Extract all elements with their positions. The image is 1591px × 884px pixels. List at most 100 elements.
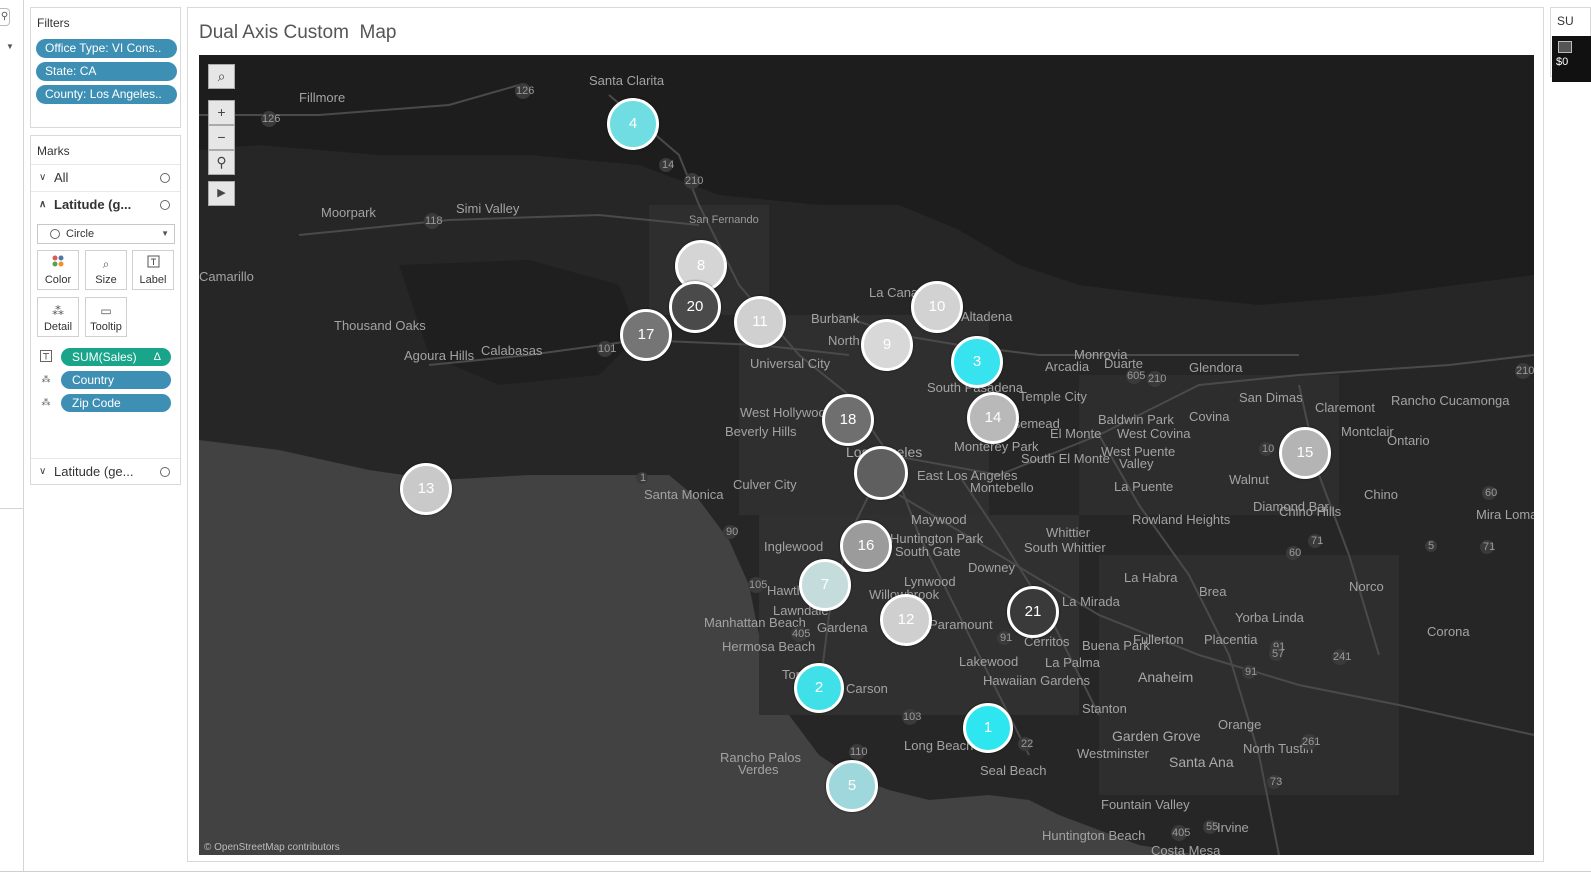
chevron-down-icon: ∨ [39,466,47,477]
svg-text:Baldwin Park: Baldwin Park [1098,412,1174,427]
svg-text:Maywood: Maywood [911,512,967,527]
map-marker[interactable]: 10 [911,281,963,333]
map-marker[interactable]: 12 [880,594,932,646]
svg-text:Universal City: Universal City [750,356,831,371]
map-marker[interactable]: 13 [400,463,452,515]
field-pill[interactable]: SUM(Sales) Δ [61,348,171,366]
label-button[interactable]: Label [132,250,174,290]
svg-text:91: 91 [1000,632,1012,644]
svg-text:Valley: Valley [1119,456,1154,471]
mark-type-dropdown[interactable]: Circle ▼ [37,224,175,244]
marker-label: 8 [696,257,706,274]
zoom-out-button[interactable]: − [208,125,235,150]
svg-text:West Hollywood: West Hollywood [740,405,833,420]
svg-text:Montebello: Montebello [970,480,1034,495]
svg-text:Manhattan Beach: Manhattan Beach [704,615,806,630]
detail-icon: ⁂ [41,374,51,384]
map-marker[interactable]: 5 [826,760,878,812]
svg-text:Paramount: Paramount [929,617,993,632]
filter-pill-office-type[interactable]: Office Type: VI Cons.. [36,39,177,58]
marker-label: 15 [1296,444,1314,461]
view-card: Dual Axis Custom Map Santa Clarita Fillm… [187,7,1544,862]
svg-text:126: 126 [262,113,280,125]
legend-card: SU $0 [1550,7,1591,82]
marks-layer-all[interactable]: ∨ All [31,164,180,190]
svg-text:90: 90 [726,526,738,538]
svg-text:Huntington Beach: Huntington Beach [1042,828,1145,843]
legend-swatch: $0 [1552,36,1591,82]
legend-color-box [1558,41,1572,53]
map-marker[interactable]: 2 [794,663,844,713]
size-button[interactable]: ⌕ Size [85,250,127,290]
svg-text:10: 10 [1262,443,1274,455]
field-pill[interactable]: Country [61,371,171,389]
detail-button[interactable]: ⁂ Detail [37,297,79,337]
detail-icon: ⁂ [52,304,64,318]
tooltip-icon: ▭ [100,304,112,318]
map-attribution[interactable]: © OpenStreetMap contributors [204,842,340,853]
field-pill[interactable]: Zip Code [61,394,171,412]
map-marker[interactable]: 3 [951,336,1003,388]
map-marker[interactable]: 21 [1007,586,1059,638]
chevron-down-icon[interactable]: ▼ [6,42,14,51]
map-marker[interactable]: 14 [967,392,1019,444]
map-marker[interactable]: 18 [822,394,874,446]
svg-text:Brea: Brea [1199,584,1227,599]
marker-label: 9 [882,336,892,353]
marker-label: 16 [857,537,875,554]
color-button[interactable]: Color [37,250,79,290]
pin-map-button[interactable]: ⚲ [208,150,235,175]
tooltip-button[interactable]: ▭ Tooltip [85,297,127,337]
map-tools-expand-button[interactable]: ▶ [208,181,235,206]
size-button-label: Size [95,274,117,286]
tooltip-button-label: Tooltip [90,321,122,333]
svg-text:La Puente: La Puente [1114,479,1173,494]
svg-text:Ontario: Ontario [1387,433,1430,448]
map-marker[interactable]: 1 [963,703,1013,753]
shelf-field-zip-code[interactable]: ⁂ Zip Code [39,393,179,413]
filter-pill-state[interactable]: State: CA [36,62,177,81]
marks-layer-latitude-1[interactable]: ∧ Latitude (g... [31,191,180,217]
filter-pill-county[interactable]: County: Los Angeles.. [36,85,177,104]
map-marker[interactable]: 17 [620,309,672,361]
map-marker[interactable]: 16 [840,520,892,572]
marks-layer-latitude-2[interactable]: ∨ Latitude (ge... [31,458,180,484]
svg-text:Seal Beach: Seal Beach [980,763,1047,778]
chevron-down-icon: ∨ [39,172,47,183]
shelf-field-sum-sales[interactable]: SUM(Sales) Δ [39,347,179,367]
svg-text:Walnut: Walnut [1229,472,1269,487]
svg-text:105: 105 [749,579,767,591]
map-marker[interactable]: 11 [734,296,786,348]
search-icon[interactable]: ⚲ [0,8,10,26]
svg-text:14: 14 [662,159,674,171]
map-marker[interactable]: 7 [799,559,851,611]
map-search-button[interactable]: ⌕ [208,64,235,89]
map-marker[interactable]: 4 [607,98,659,150]
map-marker[interactable]: 15 [1279,427,1331,479]
svg-text:261: 261 [1302,736,1320,748]
zoom-in-button[interactable]: + [208,100,235,125]
marker-label: 10 [928,298,946,315]
svg-text:Costa Mesa: Costa Mesa [1151,843,1221,855]
chevron-up-icon: ∧ [39,199,47,210]
map-marker[interactable]: 9 [861,319,913,371]
svg-text:Rowland Heights: Rowland Heights [1132,512,1231,527]
svg-text:Placentia: Placentia [1204,632,1258,647]
minus-icon: − [217,129,226,145]
marks-title: Marks [37,144,70,158]
svg-text:Inglewood: Inglewood [764,539,823,554]
svg-text:Simi Valley: Simi Valley [456,201,520,216]
map-marker[interactable]: 20 [669,281,721,333]
left-gutter: ⚲ ▼ [0,0,24,872]
svg-text:Mira Loma: Mira Loma [1476,507,1534,522]
svg-text:Temple City: Temple City [1019,389,1087,404]
svg-text:Gardena: Gardena [817,620,868,635]
map-canvas[interactable]: Santa Clarita Fillmore Moorpark Simi Val… [199,55,1534,855]
svg-text:Fountain Valley: Fountain Valley [1101,797,1190,812]
svg-text:210: 210 [685,175,703,187]
map-marker[interactable] [854,446,908,500]
shelf-field-country[interactable]: ⁂ Country [39,370,179,390]
marks-layer-label: Latitude (g... [54,197,132,212]
label-button-label: Label [139,274,167,286]
field-pill-label: Zip Code [72,396,121,410]
